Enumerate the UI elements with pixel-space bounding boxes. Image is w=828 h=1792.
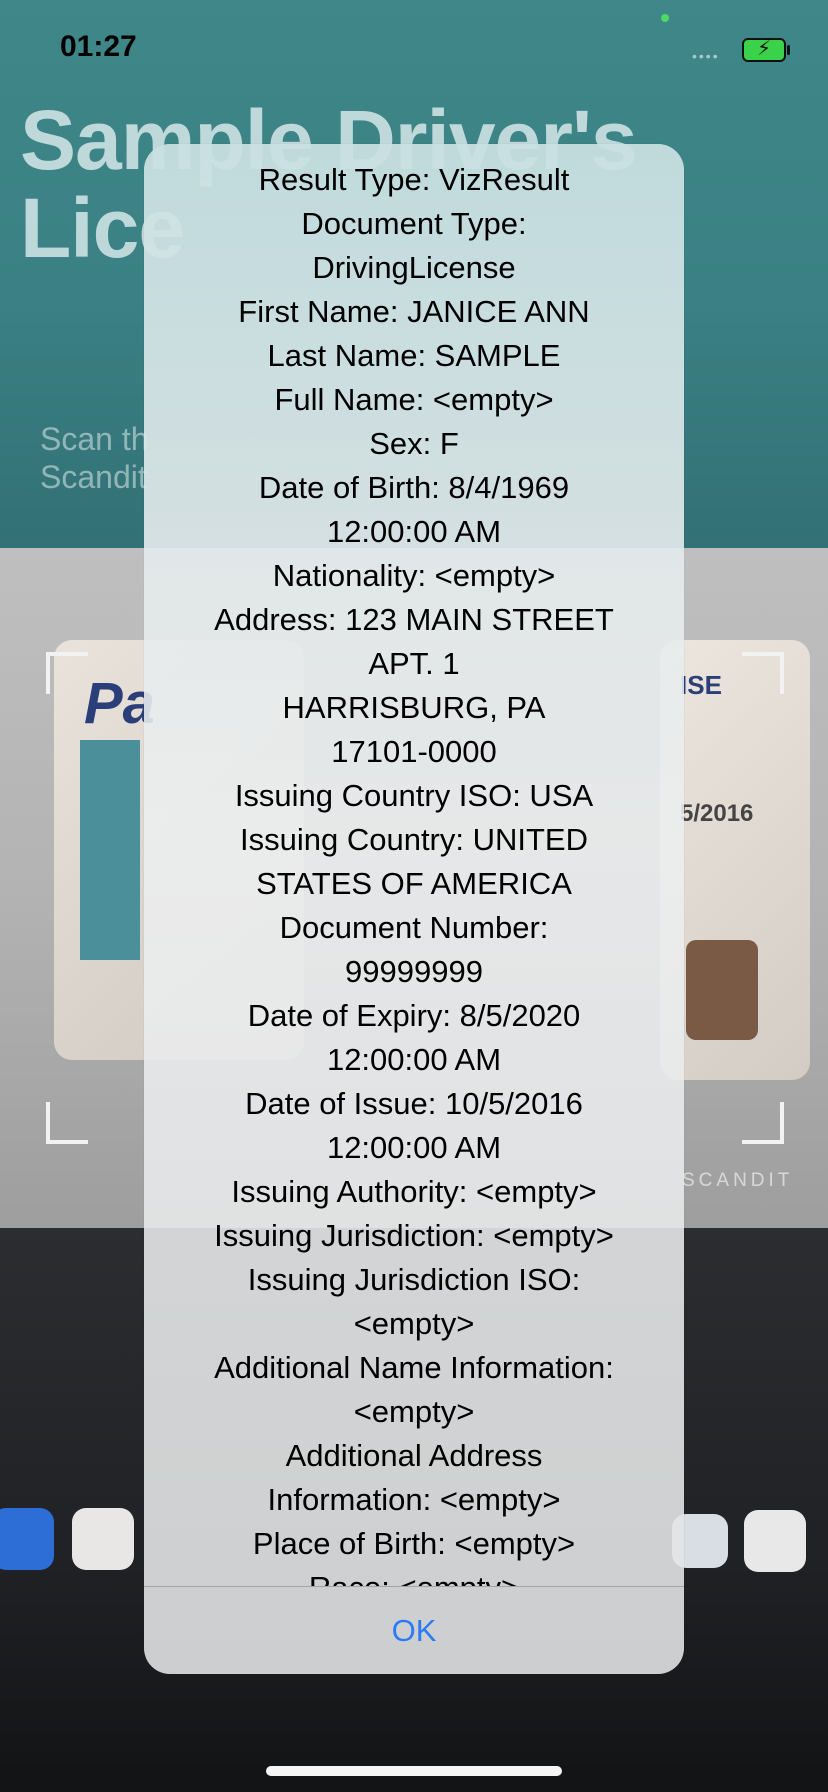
home-indicator[interactable] xyxy=(266,1766,562,1776)
alert-message-line: Issuing Country ISO: USA xyxy=(234,778,594,813)
alert-message-line: <empty> xyxy=(353,1306,475,1341)
cellular-signal-icon: •••• xyxy=(692,48,720,64)
alert-message-line: 99999999 xyxy=(345,954,483,989)
alert-message: Result Type: VizResult Document Type: Driv… xyxy=(144,144,684,1586)
alert-message-scroll[interactable]: Result Type: VizResult Document Type: Driv… xyxy=(144,144,684,1586)
scan-frame-corner-bottom-left xyxy=(46,1102,88,1144)
alert-message-line: <empty> xyxy=(353,1394,475,1429)
scan-frame-corner-top-left xyxy=(46,652,88,694)
battery-charging-icon: ⚡ xyxy=(742,38,790,62)
ok-button[interactable]: OK xyxy=(144,1587,684,1674)
alert-message-line: Information: <empty> xyxy=(267,1482,561,1517)
license-portrait xyxy=(686,940,758,1040)
slack-app-icon xyxy=(72,1508,134,1570)
alert-message-line: Sex: F xyxy=(369,426,459,461)
alert-message-line: Place of Birth: <empty> xyxy=(252,1526,576,1561)
alert-message-line: Date of Issue: 10/5/2016 xyxy=(245,1086,583,1121)
camera-in-use-indicator xyxy=(661,14,669,22)
alert-message-line: Last Name: SAMPLE xyxy=(267,338,561,373)
alert-message-line: Issuing Country: UNITED xyxy=(240,822,588,857)
alert-message-line: Address: 123 MAIN STREET xyxy=(214,602,614,637)
alert-message-line: STATES OF AMERICA xyxy=(256,866,572,901)
alert-message-line: Date of Birth: 8/4/1969 xyxy=(258,470,570,505)
alert-message-line: HARRISBURG, PA xyxy=(282,690,546,725)
alert-message-line: 12:00:00 AM xyxy=(326,1042,502,1077)
alert-message-line: Issuing Authority: <empty> xyxy=(231,1174,597,1209)
alert-message-line: APT. 1 xyxy=(368,646,460,681)
scan-frame-corner-top-right xyxy=(742,652,784,694)
alert-message-line: 12:00:00 AM xyxy=(326,514,502,549)
alert-message-line: Date of Expiry: 8/5/2020 xyxy=(247,998,581,1033)
alert-message-line: Additional Name Information: xyxy=(214,1350,614,1385)
zoom-app-icon xyxy=(0,1508,54,1570)
status-bar-time: 01:27 xyxy=(60,30,137,63)
alert-message-line: Nationality: <empty> xyxy=(272,558,556,593)
alert-message-line: Result Type: VizResult xyxy=(258,162,570,197)
alert-message-line: Race: <empty> xyxy=(162,1566,666,1586)
alert-message-line: Additional Address xyxy=(285,1438,543,1473)
alert-message-line: Document Number: xyxy=(279,910,549,945)
scandit-watermark: SCANDIT xyxy=(682,1170,794,1191)
scan-result-alert: Result Type: VizResult Document Type: Driv… xyxy=(144,144,684,1674)
alert-message-line: Full Name: <empty> xyxy=(274,382,554,417)
alert-message-line: 17101-0000 xyxy=(331,734,497,769)
notes-app-icon xyxy=(744,1510,806,1572)
license-photo-strip xyxy=(80,740,140,960)
alert-message-line: Issuing Jurisdiction: <empty> xyxy=(214,1218,614,1253)
alert-message-line: Issuing Jurisdiction ISO: xyxy=(247,1262,581,1297)
alert-message-line: 12:00:00 AM xyxy=(326,1130,502,1165)
alert-message-line: First Name: JANICE ANN xyxy=(238,294,590,329)
license-header-text: ISE xyxy=(680,670,722,700)
scan-frame-corner-bottom-right xyxy=(742,1102,784,1144)
alert-message-line: Document Type: xyxy=(301,206,527,241)
alert-message-line: DrivingLicense xyxy=(312,250,516,285)
license-date-text: 5/2016 xyxy=(680,800,754,827)
poster-subtitle: Scan th Scandit xyxy=(40,421,149,495)
